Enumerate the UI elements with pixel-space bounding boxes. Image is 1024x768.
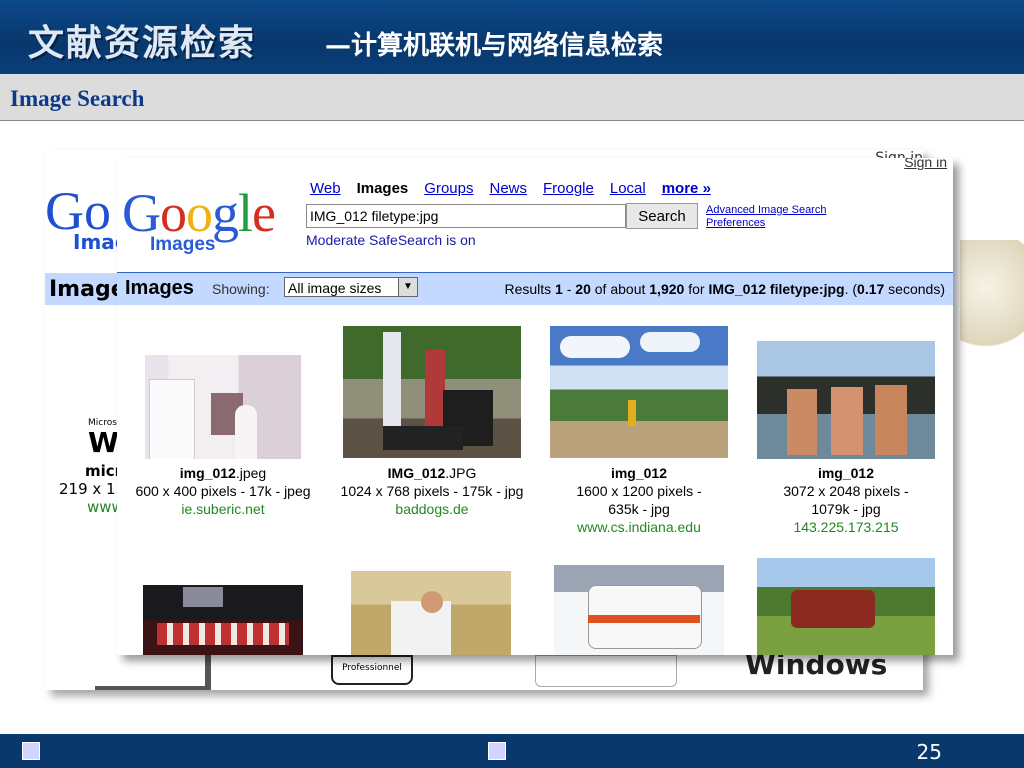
- results-stats: Results 1 - 20 of about 1,920 for IMG_01…: [504, 281, 945, 297]
- nav-news[interactable]: News: [489, 180, 527, 197]
- google-logo-subtitle: Images: [150, 234, 216, 255]
- result-caption-1: img_012.jpeg 600 x 400 pixels - 17k - jp…: [120, 464, 326, 518]
- back-fragment-professionnel: Professionnel: [331, 655, 413, 685]
- result-dims2-4: 1079k - jpg: [811, 501, 881, 517]
- back-bar-label: Image: [49, 277, 126, 302]
- back-fragment-box: [95, 650, 211, 690]
- nav-more[interactable]: more »: [662, 180, 711, 197]
- slide-title: Image Search: [10, 86, 145, 111]
- nav-local[interactable]: Local: [610, 180, 646, 197]
- footer-square-icon: [488, 742, 506, 760]
- advanced-image-search-link[interactable]: Advanced Image Search: [706, 204, 826, 217]
- google-images-screenshot: Sign in Google Images Web Images Groups New…: [117, 158, 953, 655]
- result-title-1[interactable]: img_012: [180, 465, 236, 481]
- result-title-3[interactable]: img_012: [611, 465, 667, 481]
- slide-title-band: [0, 74, 1024, 121]
- result-url-4[interactable]: 143.225.173.215: [750, 518, 942, 536]
- result-caption-2: IMG_012.JPG 1024 x 768 pixels - 175k - j…: [326, 464, 538, 518]
- result-dims-4: 3072 x 2048 pixels -: [783, 483, 909, 499]
- result-dims-2: 1024 x 768 pixels - 175k - jpg: [340, 483, 524, 499]
- result-dims2-3: 635k - jpg: [608, 501, 670, 517]
- search-button[interactable]: Search: [626, 203, 698, 229]
- result-thumbnail-6[interactable]: [351, 571, 511, 655]
- advanced-links: Advanced Image Search Preferences: [706, 204, 826, 230]
- nav-froogle[interactable]: Froogle: [543, 180, 594, 197]
- safesearch-notice[interactable]: Moderate SafeSearch is on: [306, 232, 476, 248]
- preferences-link[interactable]: Preferences: [706, 217, 826, 230]
- result-thumbnail-2[interactable]: [343, 326, 521, 458]
- result-url-1[interactable]: ie.suberic.net: [120, 500, 326, 518]
- result-thumbnail-8[interactable]: [757, 558, 935, 655]
- nav-web[interactable]: Web: [310, 180, 341, 197]
- result-url-3[interactable]: www.cs.indiana.edu: [543, 518, 735, 536]
- page-number: 25: [916, 740, 942, 764]
- showing-label: Showing:: [212, 281, 270, 297]
- chevron-down-icon[interactable]: ▼: [398, 278, 417, 296]
- back-fragment-w: W: [88, 426, 119, 459]
- slide-logo: 文献资源检索: [28, 22, 257, 64]
- footer-square-icon: [22, 742, 40, 760]
- image-size-select[interactable]: All image sizes ▼: [284, 277, 418, 297]
- result-dims-3: 1600 x 1200 pixels -: [576, 483, 702, 499]
- result-title-4[interactable]: img_012: [818, 465, 874, 481]
- search-input[interactable]: [306, 204, 626, 228]
- result-url-2[interactable]: baddogs.de: [326, 500, 538, 518]
- results-bar: Images Showing: All image sizes ▼ Result…: [117, 272, 953, 305]
- image-size-value: All image sizes: [288, 280, 382, 296]
- result-caption-4: img_012 3072 x 2048 pixels - 1079k - jpg…: [750, 464, 942, 536]
- result-thumbnail-4[interactable]: [757, 341, 935, 459]
- sign-in-link[interactable]: Sign in: [904, 158, 947, 170]
- result-caption-3: img_012 1600 x 1200 pixels - 635k - jpg …: [543, 464, 735, 536]
- result-dims-1: 600 x 400 pixels - 17k - jpeg: [135, 483, 311, 499]
- result-thumbnail-1[interactable]: [145, 355, 301, 459]
- results-title: Images: [125, 277, 194, 299]
- nav-images: Images: [356, 180, 409, 197]
- slide-footer-bar: [0, 734, 1024, 768]
- slide-subtitle: —计算机联机与网络信息检索: [325, 31, 664, 61]
- result-title-2[interactable]: IMG_012: [388, 465, 446, 481]
- back-fragment-dims: 219 x 15: [59, 480, 126, 498]
- result-thumbnail-3[interactable]: [550, 326, 728, 458]
- search-nav: Web Images Groups News Froogle Local more »: [310, 180, 727, 197]
- background-decoration: [960, 240, 1024, 360]
- nav-groups[interactable]: Groups: [424, 180, 473, 197]
- result-thumbnail-5[interactable]: [143, 585, 303, 655]
- result-thumbnail-7[interactable]: [554, 565, 724, 655]
- back-fragment-box-2: [535, 655, 677, 687]
